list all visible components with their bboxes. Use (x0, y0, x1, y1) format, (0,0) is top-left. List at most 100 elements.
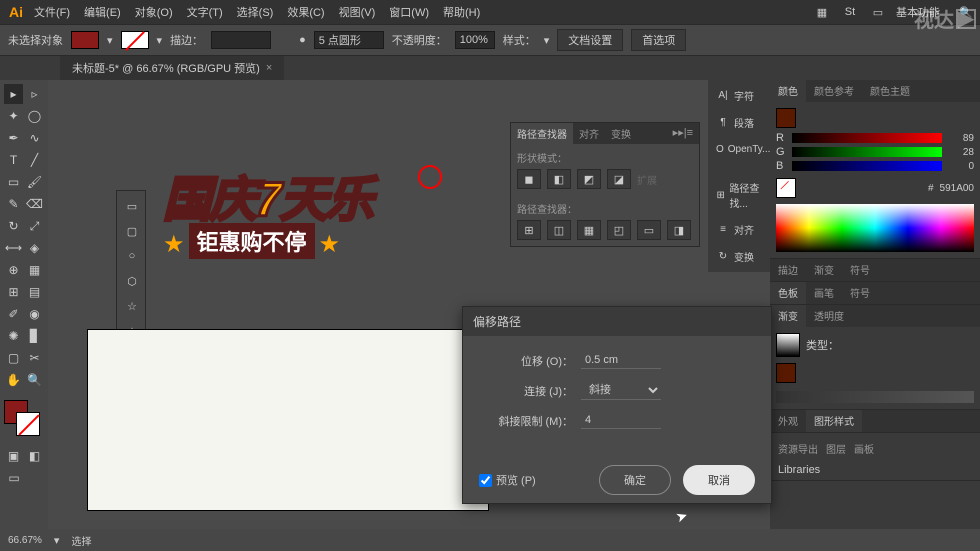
draw-normal[interactable]: ▣ (4, 446, 23, 466)
direct-selection-tool[interactable]: ▹ (25, 84, 44, 104)
shape-builder-tool[interactable]: ⊕ (4, 260, 23, 280)
document-setup-button[interactable]: 文档设置 (557, 29, 623, 51)
tab-color-guide[interactable]: 颜色参考 (806, 80, 862, 102)
opacity-input[interactable] (455, 31, 495, 49)
gradient-tool[interactable]: ▤ (25, 282, 44, 302)
menu-window[interactable]: 窗口(W) (383, 2, 435, 22)
magic-wand-tool[interactable]: ✦ (4, 106, 23, 126)
polygon-icon[interactable]: ⬡ (121, 270, 143, 292)
tab-artboards[interactable]: 画板 (854, 441, 874, 456)
g-value[interactable]: 28 (946, 147, 974, 158)
preferences-button[interactable]: 首选项 (631, 29, 686, 51)
curvature-tool[interactable]: ∿ (25, 128, 44, 148)
libraries-label[interactable]: Libraries (778, 464, 972, 476)
shaper-tool[interactable]: ✎ (4, 194, 23, 214)
tab-swatches[interactable]: 色板 (770, 282, 806, 304)
style-dropdown[interactable]: ▾ (544, 34, 550, 47)
mesh-tool[interactable]: ⊞ (4, 282, 23, 302)
symbol-sprayer-tool[interactable]: ✺ (4, 326, 23, 346)
color-spectrum[interactable] (776, 204, 974, 252)
artwork-group[interactable]: 国庆7天乐 ★ 钜惠购不停 ★ (163, 160, 513, 290)
hand-tool[interactable]: ✋ (4, 370, 23, 390)
menu-type[interactable]: 文字(T) (181, 2, 229, 22)
minus-front-icon[interactable]: ◧ (547, 169, 571, 189)
eyedropper-tool[interactable]: ✐ (4, 304, 23, 324)
tab-stroke[interactable]: 描边 (770, 259, 806, 281)
miter-input[interactable] (581, 412, 661, 429)
paintbrush-tool[interactable]: 🖌 (25, 172, 44, 192)
perspective-tool[interactable]: ▦ (25, 260, 44, 280)
screen-mode[interactable]: ▭ (4, 468, 24, 488)
scale-tool[interactable]: ⤢ (25, 216, 44, 236)
artboard-tool[interactable]: ▢ (4, 348, 23, 368)
gradient-stop[interactable] (776, 363, 796, 383)
divide-icon[interactable]: ⊞ (517, 220, 541, 240)
expand-button[interactable]: 扩展 (637, 172, 657, 187)
slice-tool[interactable]: ✂ (25, 348, 44, 368)
tab-color-theme[interactable]: 颜色主题 (862, 80, 918, 102)
bridge-icon[interactable]: ▦ (812, 2, 832, 22)
exclude-icon[interactable]: ◪ (607, 169, 631, 189)
r-value[interactable]: 89 (946, 133, 974, 144)
rotate-tool[interactable]: ↻ (4, 216, 23, 236)
panel-menu-icon[interactable]: ▸▸|≡ (667, 123, 699, 144)
tab-transparency[interactable]: 透明度 (806, 305, 852, 327)
join-select[interactable]: 斜接 (581, 381, 661, 400)
ok-button[interactable]: 确定 (599, 465, 671, 495)
dock-transform[interactable]: ↻变换 (712, 245, 766, 268)
zoom-level[interactable]: 66.67% (8, 535, 42, 546)
brush-input[interactable] (314, 31, 384, 49)
gradient-preview[interactable] (776, 333, 800, 357)
menu-view[interactable]: 视图(V) (333, 2, 382, 22)
tab-brushes[interactable]: 画笔 (806, 282, 842, 304)
merge-icon[interactable]: ▦ (577, 220, 601, 240)
tool-colors[interactable] (4, 400, 40, 436)
tab-graphic-styles[interactable]: 图形样式 (806, 410, 862, 432)
menu-edit[interactable]: 编辑(E) (78, 2, 127, 22)
chevron-down-icon[interactable]: ▾ (54, 534, 60, 547)
blend-tool[interactable]: ◉ (25, 304, 44, 324)
b-slider[interactable] (792, 161, 942, 171)
draw-behind[interactable]: ◧ (25, 446, 44, 466)
dock-pathfinder[interactable]: ⊞路径查找... (712, 176, 766, 214)
crop-icon[interactable]: ◰ (607, 220, 631, 240)
preview-checkbox[interactable]: 预览 (P) (479, 472, 536, 488)
none-swatch[interactable]: — (776, 178, 796, 198)
chevron-down-icon[interactable]: ▾ (157, 34, 163, 47)
chevron-down-icon[interactable]: ▾ (107, 34, 113, 47)
g-slider[interactable] (792, 147, 942, 157)
star-icon[interactable]: ☆ (121, 295, 143, 317)
close-icon[interactable]: × (266, 62, 272, 74)
tab-asset-export[interactable]: 资源导出 (778, 441, 818, 456)
stroke-color-swatch[interactable] (121, 31, 149, 49)
unite-icon[interactable]: ◼ (517, 169, 541, 189)
b-value[interactable]: 0 (946, 161, 974, 172)
rectangle-tool[interactable]: ▭ (4, 172, 23, 192)
dock-paragraph[interactable]: ¶段落 (712, 111, 766, 134)
menu-effect[interactable]: 效果(C) (281, 2, 330, 22)
eraser-tool[interactable]: ⌫ (25, 194, 44, 214)
menu-help[interactable]: 帮助(H) (437, 2, 486, 22)
dock-align[interactable]: ≡对齐 (712, 218, 766, 241)
minus-back-icon[interactable]: ◨ (667, 220, 691, 240)
pen-tool[interactable]: ✒ (4, 128, 23, 148)
dock-opentype[interactable]: OOpenTy... (712, 138, 766, 160)
line-tool[interactable]: ╱ (25, 150, 44, 170)
selection-tool[interactable]: ▸ (4, 84, 23, 104)
ellipse-icon[interactable]: ○ (121, 245, 143, 267)
trim-icon[interactable]: ◫ (547, 220, 571, 240)
tab-gradient2[interactable]: 渐变 (806, 259, 842, 281)
r-slider[interactable] (792, 133, 942, 143)
outline-icon[interactable]: ▭ (637, 220, 661, 240)
type-tool[interactable]: T (4, 150, 23, 170)
tab-color[interactable]: 颜色 (770, 80, 806, 102)
stroke-color-box[interactable] (16, 412, 40, 436)
arrange-icon[interactable]: ▭ (868, 2, 888, 22)
width-tool[interactable]: ⟷ (4, 238, 23, 258)
intersect-icon[interactable]: ◩ (577, 169, 601, 189)
dock-character[interactable]: A|字符 (712, 84, 766, 107)
offset-input[interactable] (581, 352, 661, 369)
document-tab[interactable]: 未标题-5* @ 66.67% (RGB/GPU 预览) × (60, 56, 284, 80)
artboard[interactable] (88, 330, 488, 510)
cancel-button[interactable]: 取消 (683, 465, 755, 495)
